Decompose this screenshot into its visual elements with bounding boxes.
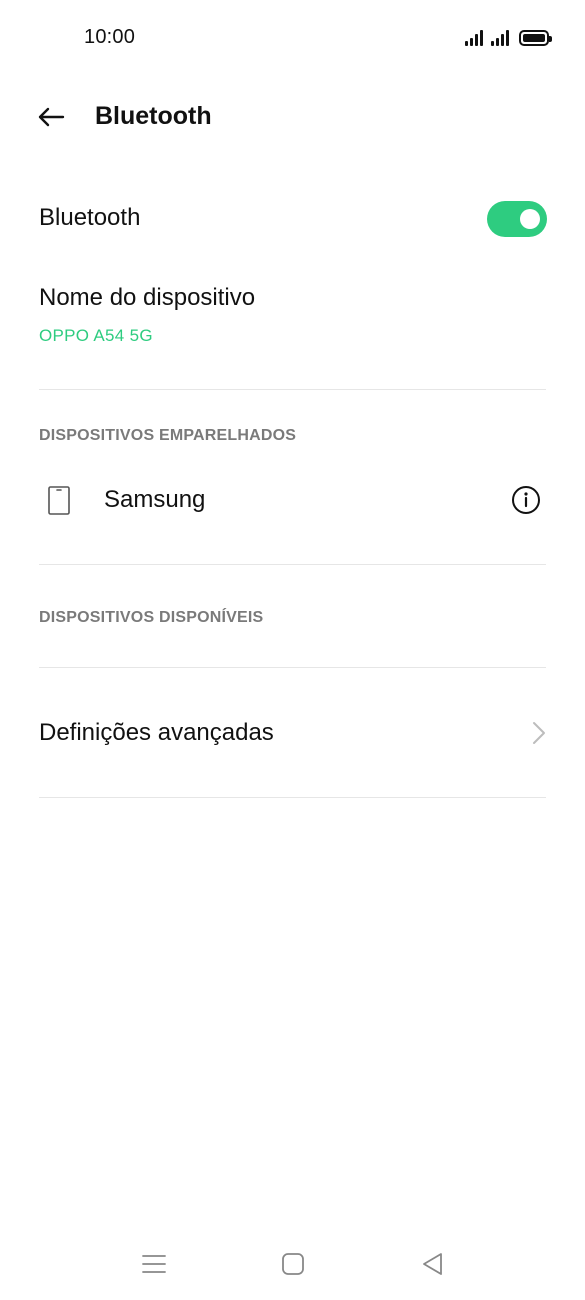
device-name-row[interactable]: Nome do dispositivo OPPO A54 5G xyxy=(0,280,585,360)
bluetooth-label: Bluetooth xyxy=(39,204,141,231)
page-title: Bluetooth xyxy=(95,102,212,130)
arrow-left-icon xyxy=(38,107,65,127)
paired-device-name: Samsung xyxy=(104,486,206,513)
available-devices-header: DISPOSITIVOS DISPONÍVEIS xyxy=(39,609,264,626)
signal-icon xyxy=(465,30,483,46)
status-icons xyxy=(465,28,552,46)
advanced-settings-row[interactable]: Definições avançadas xyxy=(0,700,585,766)
status-time: 10:00 xyxy=(84,26,136,48)
paired-devices-header: DISPOSITIVOS EMPARELHADOS xyxy=(39,427,297,444)
divider xyxy=(39,797,546,798)
device-name-label: Nome do dispositivo xyxy=(39,284,256,311)
info-icon[interactable] xyxy=(510,484,542,516)
bluetooth-toggle-switch[interactable] xyxy=(487,201,547,237)
advanced-settings-label: Definições avançadas xyxy=(39,719,274,746)
paired-device-row[interactable] xyxy=(0,466,585,536)
phone-icon xyxy=(48,486,70,515)
chevron-right-icon xyxy=(533,722,545,744)
divider xyxy=(39,667,546,668)
toggle-knob xyxy=(520,209,540,229)
back-icon[interactable] xyxy=(419,1250,447,1278)
divider xyxy=(39,564,546,565)
status-bar: 10:00 xyxy=(0,0,585,76)
device-name-value: OPPO A54 5G xyxy=(39,326,153,345)
navigation-bar xyxy=(0,1236,585,1292)
signal-icon xyxy=(491,30,509,46)
battery-icon xyxy=(519,30,552,46)
back-button[interactable] xyxy=(30,96,72,138)
home-icon[interactable] xyxy=(279,1250,307,1278)
menu-icon[interactable] xyxy=(140,1250,168,1278)
app-header: Bluetooth xyxy=(0,92,585,142)
divider xyxy=(39,389,546,390)
